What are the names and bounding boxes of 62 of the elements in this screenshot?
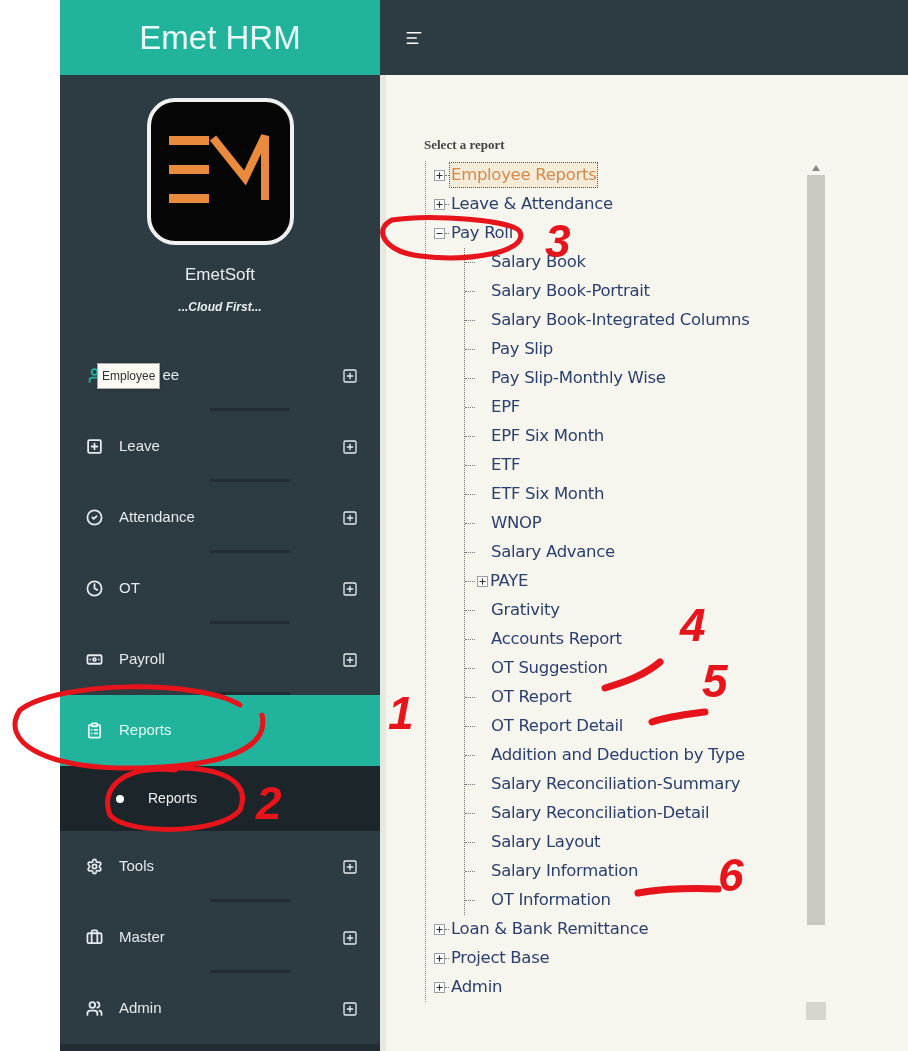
report-tree-item[interactable]: Grativity [489,596,562,624]
report-tree-item[interactable]: Salary Reconciliation-Summary [489,770,743,798]
report-tree-item[interactable]: Salary Advance [489,538,617,566]
expand-icon[interactable] [434,923,445,935]
report-tree-item[interactable]: PAYE [488,567,531,595]
banknote-icon [86,651,103,668]
briefcase-icon [86,929,103,946]
report-tree-item[interactable]: Pay Slip-Monthly Wise [489,364,668,392]
clock-icon [86,580,103,597]
sidebar-item[interactable]: Employee ee [60,340,380,411]
sidebar-item[interactable]: Leave [60,411,380,482]
report-tree-item[interactable]: Salary Book-Portrait [489,277,652,305]
clipboard-icon [86,722,103,739]
report-tree-item[interactable]: Pay Slip [489,335,556,363]
check-circle-icon [86,509,103,526]
report-tree-item[interactable]: ETF Six Month [489,480,607,508]
report-tree-item[interactable]: OT Report Detail [489,712,626,740]
report-tree-item[interactable]: OT Information [489,886,613,914]
expand-icon[interactable] [434,198,445,210]
bullet-icon [116,794,124,803]
company-name: EmetSoft [185,264,255,286]
report-tree-item[interactable]: ETF [489,451,523,479]
report-tree-item[interactable]: Addition and Deduction by Type [489,741,747,769]
plus-square-icon [86,438,103,455]
expand-icon[interactable] [477,575,488,587]
report-tree-item[interactable]: Accounts Report [489,625,624,653]
sidebar-item[interactable]: Tools [60,831,380,902]
tagline: ...Cloud First... [178,298,262,316]
report-tree-item[interactable]: Admin [449,973,505,1001]
expand-icon[interactable] [434,169,445,181]
report-tree-item[interactable]: EPF [489,393,522,421]
sidebar-item[interactable]: Payroll [60,624,380,695]
report-tree-item[interactable]: EPF Six Month [489,422,606,450]
report-tree-item[interactable]: Salary Information [489,857,641,885]
annotation-number: 4 [680,602,706,648]
annotation-number: 5 [702,658,728,704]
sidebar-item[interactable]: Admin [60,973,380,1044]
report-tree-item[interactable]: Salary Layout [489,828,603,856]
sidebar-item[interactable]: OT [60,553,380,624]
report-tree-item[interactable]: Leave & Attendance [449,190,615,218]
sidebar-item[interactable]: Master [60,902,380,973]
report-tree-item[interactable]: OT Report [489,683,574,711]
report-tree-item[interactable]: Loan & Bank Remittance [449,915,651,943]
report-tree-item[interactable]: WNOP [489,509,544,537]
report-tree-item[interactable]: Project Base [449,944,552,972]
expand-icon[interactable] [434,981,445,993]
app-title: Emet HRM [60,0,380,75]
expand-icon[interactable] [434,952,445,964]
annotation-number: 6 [718,852,744,898]
report-tree-item[interactable]: OT Suggestion [489,654,610,682]
annotation-stroke [648,708,709,726]
people-icon [86,1000,103,1017]
annotation-number: 1 [388,690,414,736]
scroll-up-icon[interactable] [812,164,820,171]
tooltip: Employee [97,362,161,389]
report-tree-item[interactable]: Salary Book-Integrated Columns [489,306,752,334]
gear-icon [86,858,103,875]
sidebar-item[interactable]: Attendance [60,482,380,553]
tree-title: Select a report [424,136,506,154]
annotation-number: 2 [256,780,282,826]
report-tree-item[interactable]: Salary Reconciliation-Detail [489,799,712,827]
collapse-icon[interactable] [434,227,445,239]
